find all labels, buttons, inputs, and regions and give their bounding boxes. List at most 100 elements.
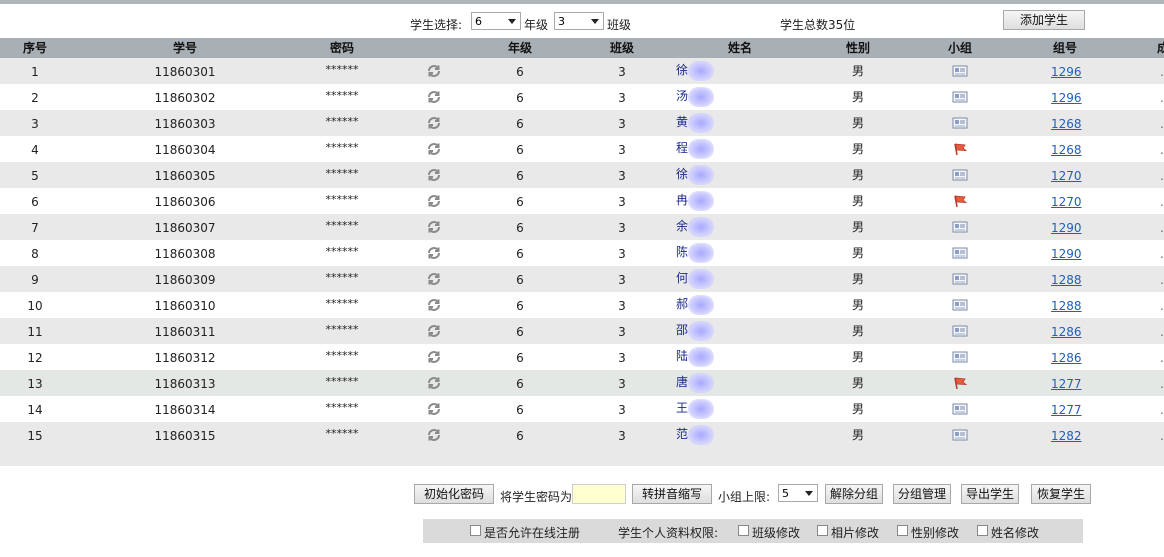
cell-index: 6 bbox=[31, 195, 39, 209]
reset-password-icon[interactable] bbox=[426, 63, 442, 79]
chevron-down-icon bbox=[508, 19, 516, 24]
reset-password-icon[interactable] bbox=[426, 401, 442, 417]
card-icon[interactable] bbox=[952, 324, 968, 338]
group-number-link[interactable]: 1288 bbox=[1051, 292, 1082, 320]
student-name-link[interactable]: 何 bbox=[676, 266, 688, 290]
reset-password-icon[interactable] bbox=[426, 323, 442, 339]
flag-icon[interactable] bbox=[952, 194, 968, 208]
cell-index: 3 bbox=[31, 117, 39, 131]
class-select[interactable]: 3 bbox=[554, 12, 604, 30]
cell-gender: 男 bbox=[851, 142, 864, 156]
student-name-link[interactable]: 黄 bbox=[676, 110, 688, 134]
student-name-link[interactable]: 范 bbox=[676, 422, 688, 446]
cell-grade: 6 bbox=[516, 247, 524, 261]
reset-password-icon[interactable] bbox=[426, 297, 442, 313]
header-class: 班级 bbox=[609, 41, 634, 55]
student-name-link[interactable]: 冉 bbox=[676, 188, 688, 212]
reset-password-icon[interactable] bbox=[426, 349, 442, 365]
password-input[interactable] bbox=[572, 484, 626, 504]
group-number-link[interactable]: 1268 bbox=[1051, 110, 1082, 138]
group-number-link[interactable]: 1270 bbox=[1051, 162, 1082, 190]
gender-edit-checkbox[interactable] bbox=[897, 525, 908, 536]
cell-index: 4 bbox=[31, 143, 39, 157]
cell-password: ****** bbox=[325, 297, 359, 310]
student-name-link[interactable]: 余 bbox=[676, 214, 688, 238]
ungroup-button[interactable]: 解除分组 bbox=[825, 484, 883, 504]
card-icon[interactable] bbox=[952, 402, 968, 416]
student-name-link[interactable]: 徐 bbox=[676, 162, 688, 186]
name-blur-mask bbox=[688, 295, 714, 315]
card-icon[interactable] bbox=[952, 428, 968, 442]
card-icon[interactable] bbox=[952, 272, 968, 286]
flag-icon[interactable] bbox=[952, 376, 968, 390]
group-number-link[interactable]: 1286 bbox=[1051, 344, 1082, 372]
reset-password-icon[interactable] bbox=[426, 219, 442, 235]
group-limit-select[interactable]: 5 bbox=[778, 484, 818, 502]
student-name-link[interactable]: 陆 bbox=[676, 344, 688, 368]
group-number-link[interactable]: 1282 bbox=[1051, 422, 1082, 450]
reset-password-icon[interactable] bbox=[426, 115, 442, 131]
group-number-link[interactable]: 1277 bbox=[1051, 370, 1082, 398]
card-icon[interactable] bbox=[952, 116, 968, 130]
group-number-link[interactable]: 1290 bbox=[1051, 240, 1082, 268]
group-number-link[interactable]: 1296 bbox=[1051, 58, 1082, 86]
group-number-link[interactable]: 1268 bbox=[1051, 136, 1082, 164]
student-table: 1 11860301 ****** 6 3 徐男 1296. 2 11860302 ****** 6… bbox=[0, 58, 1164, 448]
class-edit-checkbox[interactable] bbox=[738, 525, 749, 536]
reset-password-icon[interactable] bbox=[426, 271, 442, 287]
reset-password-icon[interactable] bbox=[426, 375, 442, 391]
online-register-checkbox[interactable] bbox=[470, 525, 481, 536]
reset-password-icon[interactable] bbox=[426, 245, 442, 261]
student-name-link[interactable]: 陈 bbox=[676, 240, 688, 264]
restore-students-button[interactable]: 恢复学生 bbox=[1031, 484, 1091, 504]
group-number-link[interactable]: 1288 bbox=[1051, 266, 1082, 294]
card-icon[interactable] bbox=[952, 350, 968, 364]
reset-password-icon[interactable] bbox=[426, 193, 442, 209]
reset-password-icon[interactable] bbox=[426, 141, 442, 157]
group-number-link[interactable]: 1277 bbox=[1051, 396, 1082, 424]
card-icon[interactable] bbox=[952, 298, 968, 312]
row-edge-marker: . bbox=[1160, 117, 1164, 131]
student-name-link[interactable]: 徐 bbox=[676, 58, 688, 82]
card-icon[interactable] bbox=[952, 220, 968, 234]
cell-index: 9 bbox=[31, 273, 39, 287]
reset-password-icon[interactable] bbox=[426, 167, 442, 183]
table-header: 序号 学号 密码 年级 班级 姓名 性别 小组 组号 成 bbox=[0, 38, 1164, 58]
name-blur-mask bbox=[688, 191, 714, 211]
flag-icon[interactable] bbox=[952, 142, 968, 156]
student-name-link[interactable]: 邵 bbox=[676, 318, 688, 342]
table-row: 3 11860303 ****** 6 3 黄 男 1268. bbox=[0, 110, 1164, 136]
group-manage-button[interactable]: 分组管理 bbox=[893, 484, 951, 504]
row-edge-marker: . bbox=[1160, 91, 1164, 105]
group-number-link[interactable]: 1290 bbox=[1051, 214, 1082, 242]
init-password-button[interactable]: 初始化密码 bbox=[414, 484, 494, 504]
row-edge-marker: . bbox=[1160, 351, 1164, 365]
row-edge-marker: . bbox=[1160, 273, 1164, 287]
card-icon[interactable] bbox=[952, 64, 968, 78]
group-number-link[interactable]: 1270 bbox=[1051, 188, 1082, 216]
export-students-button[interactable]: 导出学生 bbox=[961, 484, 1019, 504]
cell-class: 3 bbox=[618, 325, 626, 339]
name-edit-checkbox[interactable] bbox=[977, 525, 988, 536]
reset-password-icon[interactable] bbox=[426, 89, 442, 105]
student-name-link[interactable]: 唐 bbox=[676, 370, 688, 394]
card-icon[interactable] bbox=[952, 246, 968, 260]
photo-edit-checkbox[interactable] bbox=[817, 525, 828, 536]
student-name-link[interactable]: 郝 bbox=[676, 292, 688, 316]
pinyin-abbrev-button[interactable]: 转拼音缩写 bbox=[632, 484, 712, 504]
group-number-link[interactable]: 1286 bbox=[1051, 318, 1082, 346]
group-number-link[interactable]: 1296 bbox=[1051, 84, 1082, 112]
student-name-link[interactable]: 汤 bbox=[676, 84, 688, 108]
grade-select[interactable]: 6 bbox=[471, 12, 521, 30]
reset-password-icon[interactable] bbox=[426, 427, 442, 443]
add-student-button[interactable]: 添加学生 bbox=[1003, 10, 1085, 30]
table-row: 1 11860301 ****** 6 3 徐 男 1296. bbox=[0, 58, 1164, 84]
name-blur-mask bbox=[688, 217, 714, 237]
card-icon[interactable] bbox=[952, 168, 968, 182]
cell-index: 2 bbox=[31, 91, 39, 105]
card-icon[interactable] bbox=[952, 90, 968, 104]
student-name-link[interactable]: 程 bbox=[676, 136, 688, 160]
cell-gender: 男 bbox=[851, 298, 864, 312]
cell-gender: 男 bbox=[851, 194, 864, 208]
student-name-link[interactable]: 王 bbox=[676, 396, 688, 420]
